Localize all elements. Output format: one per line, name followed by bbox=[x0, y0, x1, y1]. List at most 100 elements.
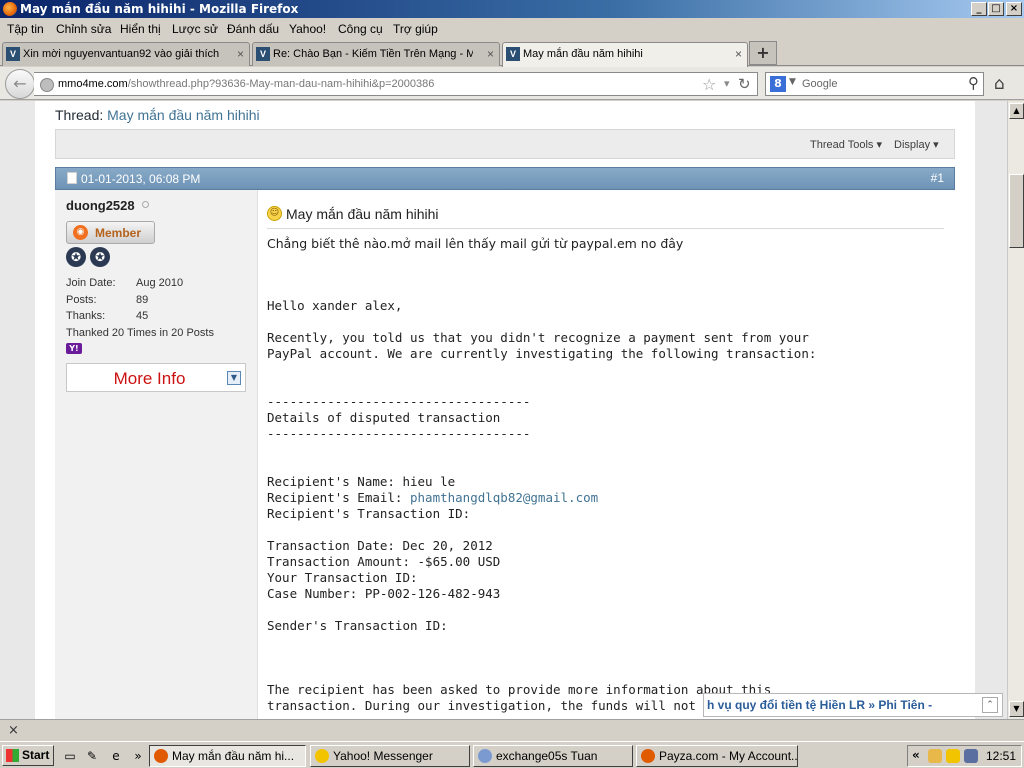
engine-dropdown-icon[interactable]: ▼ bbox=[789, 77, 796, 87]
tab-close-icon[interactable]: × bbox=[487, 43, 494, 65]
message-line: Transaction Amount: -$65.00 USD bbox=[267, 554, 501, 569]
chevron-down-icon[interactable]: ▼ bbox=[227, 371, 241, 385]
bookmark-star-icon[interactable]: ☆ bbox=[702, 75, 716, 94]
tab-label: Xin mời nguyenvantuan92 vào giải thích .… bbox=[23, 48, 223, 60]
marquee-text[interactable]: h vụ quy đổi tiền tệ Hiền LR » Phi Tiên … bbox=[707, 698, 932, 712]
post-title-row: ☺ May mắn đầu năm hihihi bbox=[267, 206, 944, 229]
close-findbar-icon[interactable]: × bbox=[8, 723, 19, 738]
site-favicon-icon: V bbox=[506, 47, 520, 61]
yahoo-tray-icon[interactable] bbox=[946, 749, 960, 763]
back-button[interactable]: ← bbox=[5, 69, 35, 99]
chat-icon bbox=[478, 749, 492, 763]
window-title: May mắn đầu năm hihihi - Mozilla Firefox bbox=[20, 2, 299, 16]
home-icon[interactable]: ⌂ bbox=[994, 74, 1005, 94]
show-desktop-icon[interactable]: ▭ bbox=[62, 748, 78, 764]
thanks-value: 45 bbox=[136, 310, 149, 322]
reputation-stars: ✪ ✪ bbox=[66, 247, 114, 267]
rank-badge: ◉ Member bbox=[66, 221, 155, 244]
more-info-button[interactable]: More Info ▼ bbox=[66, 363, 246, 392]
menu-edit[interactable]: Chỉnh sửa bbox=[56, 22, 111, 36]
task-label: exchange05s Tuan bbox=[496, 749, 598, 763]
yahoo-messenger-icon[interactable]: Y! bbox=[66, 343, 82, 354]
posts-label: Posts: bbox=[66, 294, 97, 306]
network-icon[interactable] bbox=[964, 749, 978, 763]
internet-explorer-icon[interactable]: e bbox=[108, 748, 124, 764]
menu-yahoo[interactable]: Yahoo! bbox=[289, 22, 326, 36]
task-label: May mắn đầu năm hi... bbox=[172, 749, 295, 763]
taskbar-item-firefox[interactable]: May mắn đầu năm hi... bbox=[149, 745, 306, 767]
thread-tools-menu[interactable]: Thread Tools ▾ bbox=[810, 138, 882, 151]
tab-label: Re: Chào Bạn - Kiếm Tiền Trên Mạng - M..… bbox=[273, 48, 473, 60]
window-titlebar: May mắn đầu năm hihihi - Mozilla Firefox… bbox=[0, 0, 1024, 18]
navigation-bar: ← mmo4me.com/showthread.php?93636-May-ma… bbox=[0, 67, 1024, 100]
menu-bar: Tập tin Chỉnh sửa Hiển thị Lược sử Đánh … bbox=[0, 18, 1024, 40]
scroll-up-arrow-icon[interactable]: ▲ bbox=[1009, 103, 1024, 119]
post-header: 01-01-2013, 06:08 PM #1 bbox=[55, 167, 955, 190]
start-label: Start bbox=[22, 748, 50, 762]
email-label: Recipient's Email: bbox=[267, 490, 410, 505]
rank-label: Member bbox=[95, 226, 142, 240]
find-bar: × bbox=[0, 719, 1024, 741]
post-date: 01-01-2013, 06:08 PM bbox=[81, 172, 201, 186]
search-bar[interactable]: 8 ▼ Google ⚲ bbox=[765, 72, 984, 96]
yahoo-messenger-icon bbox=[315, 749, 329, 763]
firefox-icon bbox=[154, 749, 168, 763]
page-content: Thread: May mắn đầu năm hihihi Thread To… bbox=[0, 101, 1007, 719]
post-number-link[interactable]: #1 bbox=[931, 171, 944, 185]
reload-icon[interactable]: ↻ bbox=[738, 75, 751, 93]
collapse-up-icon[interactable]: ⌃ bbox=[982, 697, 998, 713]
minimize-button[interactable]: _ bbox=[971, 2, 987, 16]
search-input[interactable]: Google bbox=[802, 78, 837, 90]
tab-strip: V Xin mời nguyenvantuan92 vào giải thích… bbox=[0, 40, 1024, 67]
google-engine-icon[interactable]: 8 bbox=[770, 76, 786, 92]
tab-close-icon[interactable]: × bbox=[237, 43, 244, 65]
notepad-icon[interactable]: ✎ bbox=[84, 748, 100, 764]
online-status-icon bbox=[142, 201, 149, 208]
message-line: Recipient's Name: hieu le bbox=[267, 474, 456, 489]
mail-icon[interactable] bbox=[928, 749, 942, 763]
menu-history[interactable]: Lược sử bbox=[172, 22, 218, 36]
star-icon: ✪ bbox=[90, 247, 110, 267]
url-text[interactable]: mmo4me.com/showthread.php?93636-May-man-… bbox=[58, 78, 434, 90]
recipient-email-link[interactable]: phamthangdlqb82@gmail.com bbox=[410, 490, 598, 505]
tab-close-icon[interactable]: × bbox=[735, 43, 742, 65]
task-label: Payza.com - My Account... bbox=[659, 749, 798, 763]
scroll-thumb[interactable] bbox=[1009, 174, 1024, 248]
url-dropdown-icon[interactable]: ▾ bbox=[724, 77, 730, 90]
username-link[interactable]: duong2528 bbox=[66, 198, 135, 213]
quicklaunch-chevron[interactable]: » bbox=[130, 748, 146, 764]
menu-bookmarks[interactable]: Đánh dấu bbox=[227, 22, 279, 36]
new-tab-button[interactable]: + bbox=[749, 41, 777, 65]
vertical-scrollbar[interactable]: ▲ ▼ bbox=[1007, 101, 1024, 719]
scroll-down-arrow-icon[interactable]: ▼ bbox=[1009, 701, 1024, 717]
start-button[interactable]: Start bbox=[2, 745, 54, 766]
message-line: Recipient's Email: phamthangdlqb82@gmail… bbox=[267, 490, 598, 505]
thread-title-link[interactable]: May mắn đầu năm hihihi bbox=[107, 107, 260, 123]
menu-help[interactable]: Trợ giúp bbox=[393, 22, 438, 36]
message-line: ----------------------------------- bbox=[267, 394, 531, 409]
taskbar-item-yahoo[interactable]: Yahoo! Messenger bbox=[310, 745, 470, 767]
menu-view[interactable]: Hiển thị bbox=[120, 22, 161, 36]
tab-1[interactable]: V Xin mời nguyenvantuan92 vào giải thích… bbox=[2, 42, 250, 66]
message-line: Recipient's Transaction ID: bbox=[267, 506, 471, 521]
search-icon[interactable]: ⚲ bbox=[968, 74, 979, 92]
tab-3-active[interactable]: V May mắn đầu năm hihihi × bbox=[502, 42, 748, 67]
url-bar[interactable]: mmo4me.com/showthread.php?93636-May-man-… bbox=[34, 72, 758, 96]
menu-tools[interactable]: Công cụ bbox=[338, 22, 383, 36]
taskbar-item-payza[interactable]: Payza.com - My Account... bbox=[636, 745, 798, 767]
thread-toolbar: Thread Tools ▾ Display ▾ bbox=[55, 129, 955, 159]
join-date-value: Aug 2010 bbox=[136, 277, 184, 289]
maximize-button[interactable]: □ bbox=[988, 2, 1004, 16]
close-window-button[interactable]: × bbox=[1006, 2, 1022, 16]
marquee-popup: h vụ quy đổi tiền tệ Hiền LR » Phi Tiên … bbox=[703, 693, 1003, 717]
message-line: transaction. During our investigation, t… bbox=[267, 698, 779, 713]
taskbar-item-chat[interactable]: exchange05s Tuan bbox=[473, 745, 633, 767]
tab-2[interactable]: V Re: Chào Bạn - Kiếm Tiền Trên Mạng - M… bbox=[252, 42, 500, 66]
menu-file[interactable]: Tập tin bbox=[7, 22, 44, 36]
tab-label: May mắn đầu năm hihihi bbox=[523, 48, 643, 60]
message-line: Case Number: PP-002-126-482-943 bbox=[267, 586, 501, 601]
forum-page: Thread: May mắn đầu năm hihihi Thread To… bbox=[35, 101, 975, 719]
site-favicon-icon: V bbox=[6, 47, 20, 61]
tray-expand-icon[interactable]: « bbox=[912, 748, 920, 762]
display-menu[interactable]: Display ▾ bbox=[894, 138, 939, 151]
